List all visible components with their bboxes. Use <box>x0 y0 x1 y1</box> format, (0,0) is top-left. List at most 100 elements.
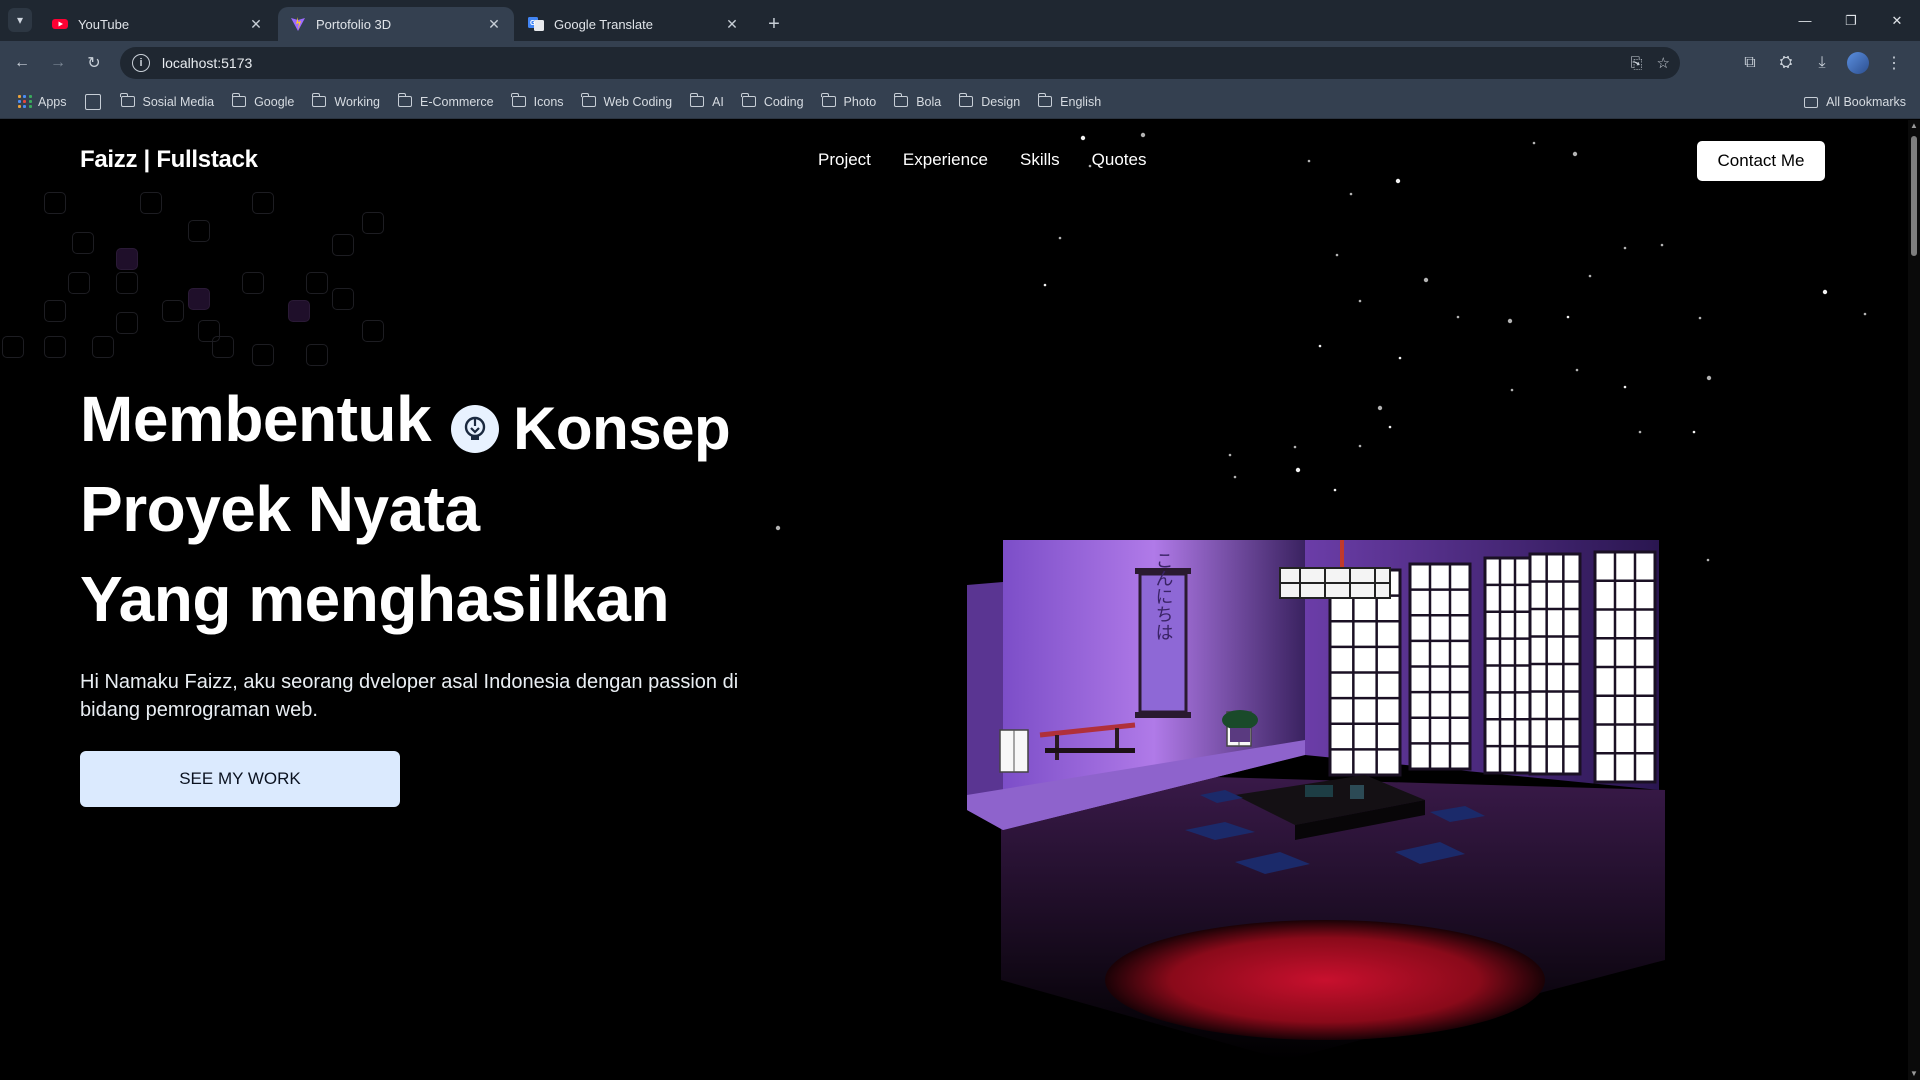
bookmarks-bar: Apps Sosial Media Google Working E-Comme… <box>0 85 1920 119</box>
folder-icon <box>120 93 135 107</box>
bookmark-folder[interactable]: Icons <box>511 93 564 109</box>
tab-search-button[interactable]: ▾ <box>8 8 32 32</box>
star <box>1335 253 1339 257</box>
apps-grid-icon <box>18 94 32 109</box>
bookmark-label: E-Commerce <box>420 94 494 109</box>
tab-groups-icon[interactable] <box>84 93 101 110</box>
star <box>1507 318 1513 324</box>
minimize-icon[interactable]: — <box>1782 0 1828 41</box>
see-my-work-button[interactable]: SEE MY WORK <box>80 751 400 807</box>
nav-experience[interactable]: Experience <box>903 150 988 170</box>
star <box>1566 315 1570 319</box>
star <box>1588 274 1592 278</box>
star <box>1398 356 1402 360</box>
menu-kebab-icon[interactable]: ⋮ <box>1876 45 1912 81</box>
forward-icon[interactable]: → <box>44 49 72 77</box>
nav-skills[interactable]: Skills <box>1020 150 1060 170</box>
folder-icon <box>958 93 974 107</box>
bookmark-folder[interactable]: Design <box>958 93 1020 109</box>
star <box>1863 312 1867 316</box>
extensions-icon[interactable]: ⧉ <box>1732 45 1768 81</box>
bookmark-folder[interactable]: Bola <box>893 93 941 109</box>
tatami-rug <box>1105 920 1545 1040</box>
star <box>1295 467 1301 473</box>
star <box>1140 132 1146 138</box>
star <box>1456 315 1460 319</box>
all-bookmarks[interactable]: All Bookmarks <box>1804 85 1906 119</box>
grid-tile <box>188 220 210 242</box>
grid-tile <box>188 288 210 310</box>
bookmark-star-icon[interactable]: ☆ <box>1657 54 1670 72</box>
star <box>1388 425 1392 429</box>
bookmark-folder[interactable]: Sosial Media <box>120 93 215 109</box>
star <box>1638 430 1642 434</box>
scroll-down-icon[interactable]: ▼ <box>1910 1070 1918 1078</box>
star <box>1575 368 1579 372</box>
hero-line-3: Yang menghasilkan <box>80 563 670 635</box>
japanese-room-3d-scene[interactable]: こんにちは <box>955 540 1675 1080</box>
grid-tile <box>288 300 310 322</box>
star <box>1423 277 1429 283</box>
back-icon[interactable]: ← <box>8 49 36 77</box>
folder-icon <box>821 93 836 107</box>
reload-icon[interactable]: ↻ <box>80 49 108 77</box>
restore-icon[interactable]: ❐ <box>1828 0 1874 41</box>
close-window-icon[interactable]: ✕ <box>1874 0 1920 41</box>
address-bar[interactable]: i localhost:5173 ⎘ ☆ <box>120 47 1680 79</box>
folder-icon <box>893 93 909 107</box>
star <box>1043 283 1047 287</box>
tab-youtube[interactable]: YouTube ✕ <box>40 7 276 41</box>
grid-tile <box>140 192 162 214</box>
bookmark-folder[interactable]: English <box>1037 93 1101 109</box>
tab-portofolio[interactable]: Portofolio 3D ✕ <box>278 7 514 41</box>
hero-line-2: Proyek Nyata <box>80 473 480 545</box>
folder-icon <box>1804 96 1819 108</box>
folder-icon <box>397 93 413 107</box>
new-tab-button[interactable]: + <box>760 10 788 38</box>
folder-icon <box>581 93 596 107</box>
incognito-icon[interactable]: ⛭ <box>1768 45 1804 81</box>
bookmark-folder[interactable]: Web Coding <box>581 93 672 109</box>
bookmark-folder[interactable]: E-Commerce <box>397 93 494 109</box>
grid-tile <box>242 272 264 294</box>
tab-title: Portofolio 3D <box>316 16 392 32</box>
grid-tile <box>2 336 24 358</box>
bookmark-apps[interactable]: Apps <box>18 94 67 109</box>
scrollbar-thumb[interactable] <box>1911 136 1917 256</box>
scroll-up-icon[interactable]: ▲ <box>1910 122 1918 130</box>
close-tab-icon[interactable]: ✕ <box>486 16 502 32</box>
star <box>1293 445 1297 449</box>
bookmark-folder[interactable]: AI <box>689 93 724 109</box>
page-scrollbar[interactable]: ▲ ▼ <box>1908 120 1920 1080</box>
star <box>1349 192 1353 196</box>
nav-quotes[interactable]: Quotes <box>1092 150 1147 170</box>
grid-tile <box>162 300 184 322</box>
bookmark-folder[interactable]: Coding <box>741 93 804 109</box>
site-logo[interactable]: Faizz | Fullstack <box>80 146 258 174</box>
grid-tile <box>362 212 384 234</box>
bookmark-label: All Bookmarks <box>1826 95 1906 109</box>
star <box>1572 151 1578 157</box>
site-info-icon[interactable]: i <box>132 54 150 72</box>
tab-google-translate[interactable]: G Google Translate ✕ <box>516 7 752 41</box>
close-tab-icon[interactable]: ✕ <box>724 16 740 32</box>
bookmark-folder[interactable]: Photo <box>821 93 876 109</box>
translate-page-icon[interactable]: ⎘ <box>1631 55 1643 72</box>
download-icon[interactable]: ⤓ <box>1804 45 1840 81</box>
star <box>1698 316 1702 320</box>
profile-avatar[interactable] <box>1847 52 1869 74</box>
nav-project[interactable]: Project <box>818 150 871 170</box>
window-controls: — ❐ ✕ <box>1782 0 1920 41</box>
url-text[interactable]: localhost:5173 <box>162 55 252 71</box>
grid-tile <box>362 320 384 342</box>
contact-me-button[interactable]: Contact Me <box>1697 141 1825 181</box>
tab-strip: ▾ YouTube ✕ Portofolio 3D ✕ G Google Tra… <box>0 0 1920 41</box>
bookmark-folder[interactable]: Google <box>231 93 294 109</box>
grid-tile <box>68 272 90 294</box>
bookmark-folder[interactable]: Working <box>311 93 380 109</box>
star <box>1358 299 1362 303</box>
bookmark-label: Sosial Media <box>142 94 215 109</box>
close-tab-icon[interactable]: ✕ <box>248 16 264 32</box>
star <box>1377 405 1383 411</box>
folder-icon <box>231 93 247 107</box>
